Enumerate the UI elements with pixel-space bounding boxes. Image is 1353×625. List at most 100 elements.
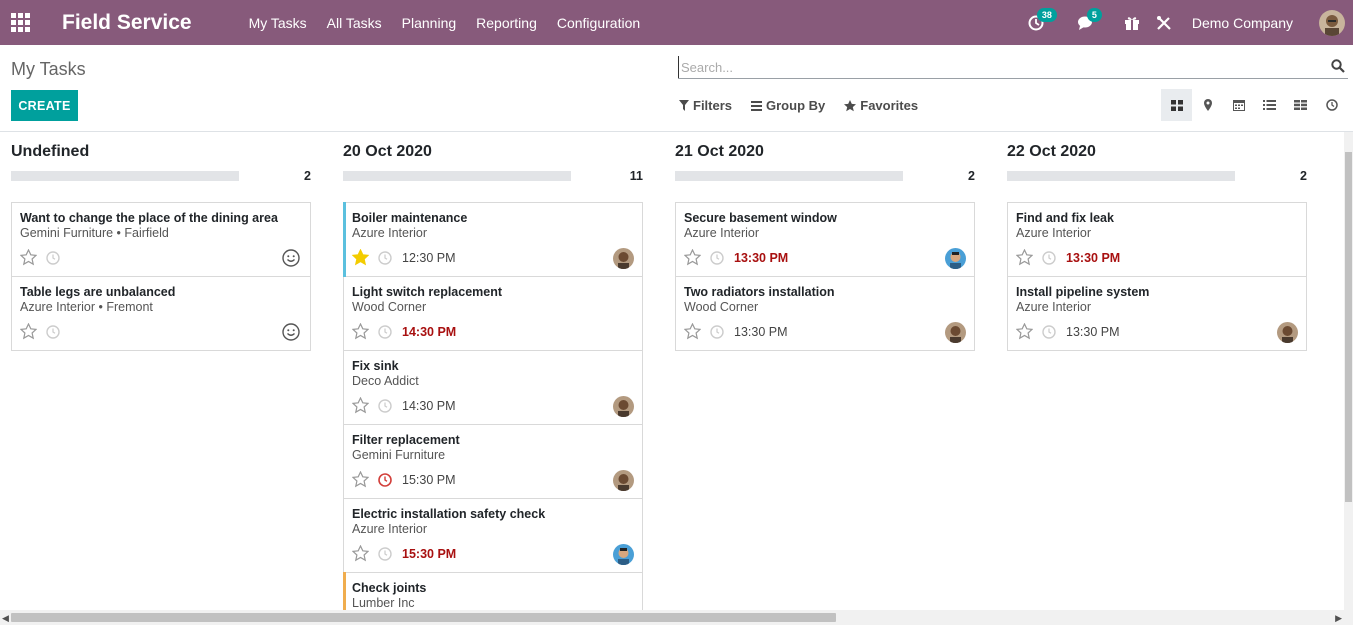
activity-clock-icon[interactable]	[710, 250, 724, 265]
filters-toggle[interactable]: Filters	[679, 98, 732, 113]
horizontal-scrollbar[interactable]: ◀ ▶	[0, 610, 1353, 625]
menu-reporting[interactable]: Reporting	[466, 15, 547, 31]
activity-overdue-clock-icon[interactable]	[378, 472, 392, 487]
assignee-avatar[interactable]	[613, 248, 634, 269]
task-card[interactable]: Filter replacement Gemini Furniture 15:3…	[344, 425, 642, 499]
unassigned-smiley-icon[interactable]	[282, 249, 300, 267]
menu-configuration[interactable]: Configuration	[547, 15, 650, 31]
activity-clock-icon[interactable]	[378, 250, 392, 265]
control-panel: My Tasks CREATE Filters Group By Favorit…	[0, 45, 1353, 132]
task-card[interactable]: Find and fix leak Azure Interior 13:30 P…	[1008, 203, 1306, 277]
task-card[interactable]: Two radiators installation Wood Corner 1…	[676, 277, 974, 351]
vertical-scrollbar[interactable]	[1344, 132, 1353, 610]
activity-count-badge: 38	[1036, 7, 1057, 22]
scroll-left-arrow-icon[interactable]: ◀	[2, 613, 9, 624]
column-progress-bar[interactable]	[675, 171, 903, 181]
task-card[interactable]: Install pipeline system Azure Interior 1…	[1008, 277, 1306, 351]
task-card[interactable]: Want to change the place of the dining a…	[12, 203, 310, 277]
task-card[interactable]: Boiler maintenance Azure Interior 12:30 …	[343, 202, 642, 277]
tools-icon[interactable]	[1156, 15, 1172, 31]
column-title[interactable]: Undefined	[11, 143, 89, 161]
group-by-label: Group By	[766, 98, 826, 113]
column-progress-bar[interactable]	[343, 171, 571, 181]
map-view-button[interactable]	[1192, 89, 1223, 121]
gift-icon[interactable]	[1124, 15, 1140, 31]
star-outline-icon[interactable]	[684, 323, 701, 340]
task-card[interactable]: Check joints Lumber Inc	[343, 572, 642, 610]
gantt-view-button[interactable]	[1285, 89, 1316, 121]
star-icon	[844, 99, 857, 111]
task-card[interactable]: Secure basement window Azure Interior 13…	[676, 203, 974, 277]
star-filled-icon[interactable]	[352, 249, 369, 266]
activity-clock-icon[interactable]	[710, 324, 724, 339]
assignee-avatar[interactable]	[613, 470, 634, 491]
activity-clock-icon[interactable]	[378, 398, 392, 413]
activity-clock-icon[interactable]	[1042, 250, 1056, 265]
scroll-right-arrow-icon[interactable]: ▶	[1335, 613, 1342, 624]
task-card[interactable]: Fix sink Deco Addict 14:30 PM	[344, 351, 642, 425]
menu-planning[interactable]: Planning	[392, 15, 467, 31]
column-progress-bar[interactable]	[11, 171, 239, 181]
star-outline-icon[interactable]	[20, 249, 37, 266]
task-customer: Gemini Furniture • Fairfield	[20, 226, 169, 240]
column-count: 2	[304, 169, 311, 183]
task-title: Want to change the place of the dining a…	[20, 211, 278, 225]
star-outline-icon[interactable]	[20, 323, 37, 340]
assignee-avatar[interactable]	[945, 248, 966, 269]
star-outline-icon[interactable]	[352, 397, 369, 414]
user-avatar[interactable]	[1319, 9, 1345, 36]
task-card[interactable]: Table legs are unbalanced Azure Interior…	[12, 277, 310, 351]
task-customer: Azure Interior	[352, 522, 428, 536]
group-by-toggle[interactable]: Group By	[751, 98, 825, 113]
star-outline-icon[interactable]	[352, 545, 369, 562]
column-title[interactable]: 22 Oct 2020	[1007, 143, 1096, 161]
assignee-avatar[interactable]	[613, 544, 634, 565]
task-title: Secure basement window	[684, 211, 837, 225]
activity-clock-icon[interactable]	[46, 324, 60, 339]
task-card[interactable]: Electric installation safety check Azure…	[344, 499, 642, 573]
star-outline-icon[interactable]	[352, 323, 369, 340]
task-time-late: 14:30 PM	[402, 324, 457, 339]
calendar-view-button[interactable]	[1223, 89, 1254, 121]
search-input[interactable]	[678, 56, 1318, 78]
column-progress-bar[interactable]	[1007, 171, 1235, 181]
star-outline-icon[interactable]	[684, 249, 701, 266]
task-card[interactable]: Light switch replacement Wood Corner 14:…	[344, 277, 642, 351]
search-options: Filters Group By Favorites	[679, 98, 937, 113]
column-title[interactable]: 21 Oct 2020	[675, 143, 764, 161]
star-outline-icon[interactable]	[352, 471, 369, 488]
assignee-avatar[interactable]	[945, 322, 966, 343]
activity-clock-icon[interactable]: 38	[1028, 7, 1057, 31]
activity-clock-icon[interactable]	[1042, 324, 1056, 339]
filter-icon	[679, 100, 689, 111]
kanban-view-button[interactable]	[1161, 89, 1192, 121]
create-button[interactable]: CREATE	[11, 90, 78, 121]
star-outline-icon[interactable]	[1016, 249, 1033, 266]
apps-menu-icon[interactable]	[0, 0, 40, 45]
search-icon[interactable]	[1331, 59, 1345, 76]
column-title[interactable]: 20 Oct 2020	[343, 143, 432, 161]
assignee-avatar[interactable]	[613, 396, 634, 417]
task-customer: Wood Corner	[684, 300, 759, 314]
menu-all-tasks[interactable]: All Tasks	[317, 15, 392, 31]
calendar-icon	[1232, 100, 1245, 111]
star-outline-icon[interactable]	[1016, 323, 1033, 340]
messages-icon[interactable]: 5	[1077, 7, 1102, 31]
activity-clock-icon[interactable]	[378, 546, 392, 561]
activity-clock-icon[interactable]	[378, 324, 392, 339]
task-title: Two radiators installation	[684, 285, 835, 299]
task-time: 14:30 PM	[402, 398, 456, 413]
clock-icon	[1325, 99, 1338, 111]
list-icon	[1263, 100, 1276, 110]
company-switcher[interactable]: Demo Company	[1192, 15, 1293, 31]
activity-clock-icon[interactable]	[46, 250, 60, 265]
unassigned-smiley-icon[interactable]	[282, 323, 300, 341]
favorites-label: Favorites	[860, 98, 919, 113]
activity-view-button[interactable]	[1316, 89, 1347, 121]
assignee-avatar[interactable]	[1277, 322, 1298, 343]
favorites-toggle[interactable]: Favorites	[844, 98, 918, 113]
list-view-button[interactable]	[1254, 89, 1285, 121]
task-title: Light switch replacement	[352, 285, 503, 299]
menu-my-tasks[interactable]: My Tasks	[239, 15, 317, 31]
app-title[interactable]: Field Service	[62, 11, 192, 35]
